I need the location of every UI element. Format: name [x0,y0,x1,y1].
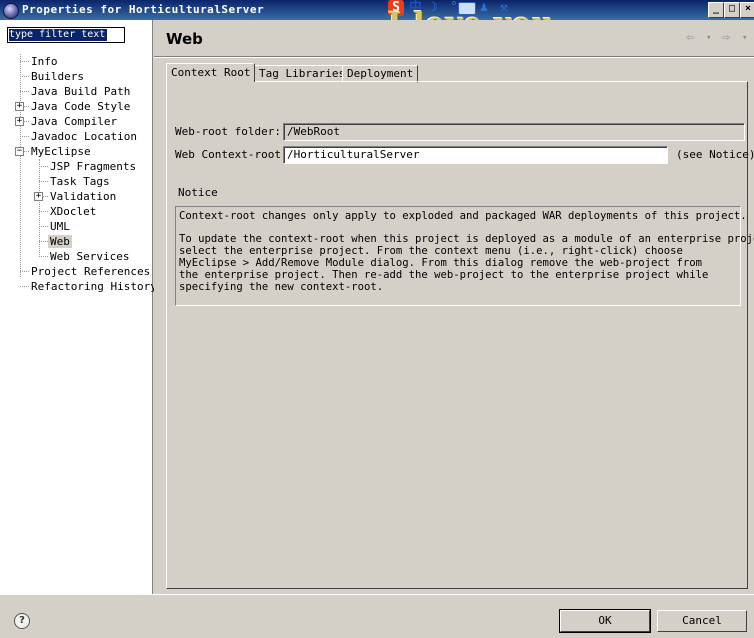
close-button[interactable]: × [740,2,754,18]
title-separator [154,56,754,58]
forward-arrow-icon[interactable]: ⇨ [722,30,730,45]
tree-item-java-compiler[interactable]: Java Compiler [29,114,119,129]
context-root-label: Web Context-root: [175,148,288,161]
notice-line: MyEclipse > Add/Remove Module dialog. Fr… [179,257,702,269]
tree-item-uml[interactable]: UML [48,219,72,234]
tree-item-task-tags[interactable]: Task Tags [48,174,112,189]
expand-java-code-style[interactable]: + [15,102,24,111]
eclipse-app-icon [3,3,19,19]
back-menu-chevron-icon[interactable]: ▾ [706,33,711,43]
tree-item-java-code-style[interactable]: Java Code Style [29,99,132,114]
maximize-button[interactable]: □ [724,2,740,18]
tree-item-web[interactable]: Web [48,234,72,249]
tree-item-info[interactable]: Info [29,54,60,69]
context-root-input[interactable]: /HorticulturalServer [283,146,668,164]
expand-java-compiler[interactable]: + [15,117,24,126]
expand-validation[interactable]: + [34,192,43,201]
notice-line: select the enterprise project. From the … [179,245,683,257]
tab-context-root[interactable]: Context Root [166,63,256,82]
window-title: Properties for HorticulturalServer [22,3,265,16]
tree-item-web-services[interactable]: Web Services [48,249,131,264]
page-title: Web [166,30,203,48]
help-icon[interactable]: ? [14,613,30,629]
collapse-myeclipse[interactable]: − [15,147,24,156]
web-root-field: /WebRoot [283,123,745,141]
web-root-label: Web-root folder: [175,125,281,138]
notice-line: To update the context-root when this pro… [179,233,754,245]
tree-item-validation[interactable]: Validation [48,189,118,204]
property-page: Web ⇦ ▾ ⇨ ▾ Context Root Tag Libraries D… [154,20,754,594]
forward-menu-chevron-icon[interactable]: ▾ [742,33,747,43]
notice-line: Context-root changes only apply to explo… [179,210,747,222]
tree-item-javadoc-location[interactable]: Javadoc Location [29,129,139,144]
ok-button[interactable]: OK [559,609,651,633]
title-bar[interactable]: Properties for HorticulturalServer _ □ × [0,0,754,20]
tree-item-refactoring-history[interactable]: Refactoring History [29,279,159,294]
context-root-pane: Web-root folder: /WebRoot Web Context-ro… [166,81,754,589]
notice-line: the enterprise project. Then re-add the … [179,269,709,281]
notice-heading: Notice [178,186,218,199]
filter-input[interactable] [7,27,125,43]
notice-text: Context-root changes only apply to explo… [175,206,754,306]
tree-item-jsp-fragments[interactable]: JSP Fragments [48,159,138,174]
back-arrow-icon[interactable]: ⇦ [686,30,694,45]
tree-item-xdoclet[interactable]: XDoclet [48,204,98,219]
tree-item-builders[interactable]: Builders [29,69,86,84]
property-tree-panel: type filter text Info Builders Java Buil… [0,20,157,594]
minimize-button[interactable]: _ [708,2,724,18]
dialog-button-bar: ? OK Cancel [0,594,754,638]
tree-item-java-build-path[interactable]: Java Build Path [29,84,132,99]
tree-item-myeclipse[interactable]: MyEclipse [29,144,93,159]
tree-item-project-references[interactable]: Project References [29,264,152,279]
notice-line: specifying the new context-root. [179,281,384,293]
see-notice-label: (see Notice) [676,148,754,161]
cancel-button[interactable]: Cancel [657,610,747,632]
